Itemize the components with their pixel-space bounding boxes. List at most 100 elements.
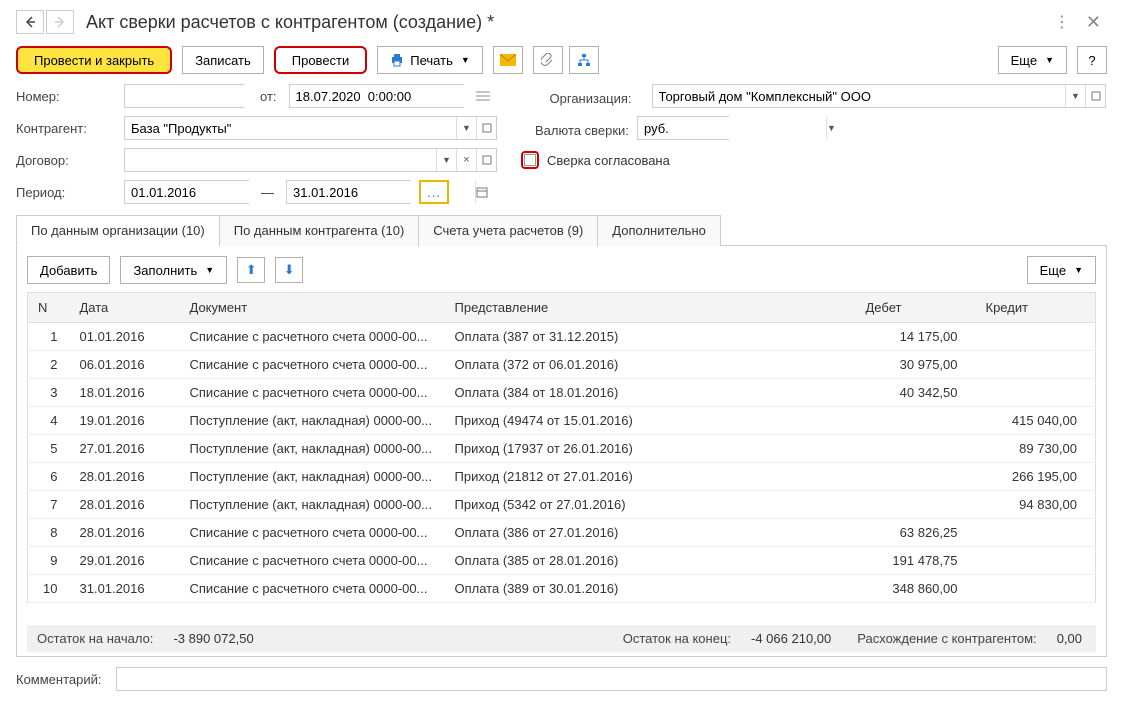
close-button[interactable]: ✕ (1080, 12, 1107, 33)
contract-clear-button[interactable]: × (456, 149, 476, 171)
cell-debit: 30 975,00 (856, 351, 976, 379)
table-row[interactable]: 318.01.2016Списание с расчетного счета 0… (28, 379, 1096, 407)
cell-repr: Оплата (384 от 18.01.2016) (445, 379, 856, 407)
printer-icon (390, 53, 404, 67)
currency-input[interactable] (638, 117, 826, 139)
currency-label: Валюта сверки: (535, 118, 629, 138)
cell-n: 9 (28, 547, 70, 575)
col-date: Дата (70, 293, 180, 323)
arrow-right-icon (54, 16, 66, 28)
chevron-down-icon: ▼ (442, 155, 451, 165)
agreed-label: Сверка согласована (547, 153, 670, 168)
cell-repr: Приход (49474 от 15.01.2016) (445, 407, 856, 435)
cell-doc: Поступление (акт, накладная) 0000-00... (180, 407, 445, 435)
table-row[interactable]: 728.01.2016Поступление (акт, накладная) … (28, 491, 1096, 519)
table-row[interactable]: 206.01.2016Списание с расчетного счета 0… (28, 351, 1096, 379)
table-row[interactable]: 527.01.2016Поступление (акт, накладная) … (28, 435, 1096, 463)
title-menu-button[interactable]: ⋮ (1048, 12, 1076, 32)
table-row[interactable]: 628.01.2016Поступление (акт, накладная) … (28, 463, 1096, 491)
tab-additional[interactable]: Дополнительно (597, 215, 721, 246)
col-credit: Кредит (976, 293, 1096, 323)
number-input[interactable] (125, 85, 313, 107)
email-button[interactable] (493, 46, 523, 74)
cell-debit (856, 463, 976, 491)
table-row[interactable]: 929.01.2016Списание с расчетного счета 0… (28, 547, 1096, 575)
fill-label: Заполнить (133, 263, 197, 278)
period-to-calendar-button[interactable] (475, 181, 488, 203)
cell-n: 5 (28, 435, 70, 463)
contract-dropdown-button[interactable]: ▼ (436, 149, 456, 171)
timestamp-button[interactable] (472, 84, 494, 108)
table-row[interactable]: 101.01.2016Списание с расчетного счета 0… (28, 323, 1096, 351)
help-button[interactable]: ? (1077, 46, 1107, 74)
org-input[interactable] (653, 85, 1065, 107)
structure-button[interactable] (569, 46, 599, 74)
cell-doc: Списание с расчетного счета 0000-00... (180, 351, 445, 379)
counterparty-label: Контрагент: (16, 116, 116, 140)
currency-dropdown-button[interactable]: ▼ (826, 117, 836, 139)
calendar-icon (476, 186, 488, 198)
agreed-checkbox[interactable] (521, 151, 539, 169)
period-select-button[interactable]: ... (419, 180, 449, 204)
cell-date: 29.01.2016 (70, 547, 180, 575)
fill-button[interactable]: Заполнить ▼ (120, 256, 227, 284)
counterparty-input[interactable] (125, 117, 456, 139)
tab-accounts[interactable]: Счета учета расчетов (9) (418, 215, 598, 246)
contract-open-button[interactable] (476, 149, 496, 171)
date-input[interactable] (290, 85, 478, 107)
cell-debit: 40 342,50 (856, 379, 976, 407)
move-down-button[interactable]: ⬇ (275, 257, 303, 283)
org-label: Организация: (550, 86, 644, 106)
print-button[interactable]: Печать ▼ (377, 46, 483, 74)
conduct-button[interactable]: Провести (274, 46, 368, 74)
arrow-down-icon: ⬇ (284, 262, 295, 278)
cell-debit (856, 407, 976, 435)
more-button[interactable]: Еще ▼ (998, 46, 1067, 74)
col-n: N (28, 293, 70, 323)
cell-credit (976, 519, 1096, 547)
cell-doc: Поступление (акт, накладная) 0000-00... (180, 435, 445, 463)
cell-n: 1 (28, 323, 70, 351)
nav-forward-button[interactable] (46, 10, 74, 34)
checkbox-icon (524, 154, 536, 166)
cell-date: 27.01.2016 (70, 435, 180, 463)
arrow-up-icon: ⬆ (246, 262, 257, 278)
cell-credit: 415 040,00 (976, 407, 1096, 435)
conduct-and-close-button[interactable]: Провести и закрыть (16, 46, 172, 74)
write-button[interactable]: Записать (182, 46, 264, 74)
add-row-button[interactable]: Добавить (27, 256, 110, 284)
nav-back-button[interactable] (16, 10, 44, 34)
counterparty-dropdown-button[interactable]: ▼ (456, 117, 476, 139)
cell-n: 6 (28, 463, 70, 491)
cell-doc: Списание с расчетного счета 0000-00... (180, 547, 445, 575)
chevron-down-icon: ▼ (462, 123, 471, 133)
chevron-down-icon: ▼ (1045, 55, 1054, 65)
cell-date: 18.01.2016 (70, 379, 180, 407)
cell-credit (976, 379, 1096, 407)
cell-repr: Приход (5342 от 27.01.2016) (445, 491, 856, 519)
contract-input[interactable] (125, 149, 436, 171)
org-open-button[interactable] (1085, 85, 1105, 107)
table-row[interactable]: 828.01.2016Списание с расчетного счета 0… (28, 519, 1096, 547)
ellipsis-icon: ... (427, 185, 441, 200)
period-from-input[interactable] (125, 181, 313, 203)
org-dropdown-button[interactable]: ▼ (1065, 85, 1085, 107)
cell-credit (976, 351, 1096, 379)
counterparty-open-button[interactable] (476, 117, 496, 139)
cell-repr: Приход (21812 от 27.01.2016) (445, 463, 856, 491)
col-repr: Представление (445, 293, 856, 323)
cell-debit (856, 435, 976, 463)
tab-more-button[interactable]: Еще ▼ (1027, 256, 1096, 284)
attach-button[interactable] (533, 46, 563, 74)
cell-repr: Оплата (385 от 28.01.2016) (445, 547, 856, 575)
print-label: Печать (410, 53, 453, 68)
table-row[interactable]: 1031.01.2016Списание с расчетного счета … (28, 575, 1096, 603)
table-row[interactable]: 419.01.2016Поступление (акт, накладная) … (28, 407, 1096, 435)
tab-counterparty-data[interactable]: По данным контрагента (10) (219, 215, 420, 246)
move-up-button[interactable]: ⬆ (237, 257, 265, 283)
cell-debit: 63 826,25 (856, 519, 976, 547)
comment-input[interactable] (116, 667, 1107, 691)
cell-n: 3 (28, 379, 70, 407)
tab-org-data[interactable]: По данным организации (10) (16, 215, 220, 246)
cell-doc: Списание с расчетного счета 0000-00... (180, 575, 445, 603)
